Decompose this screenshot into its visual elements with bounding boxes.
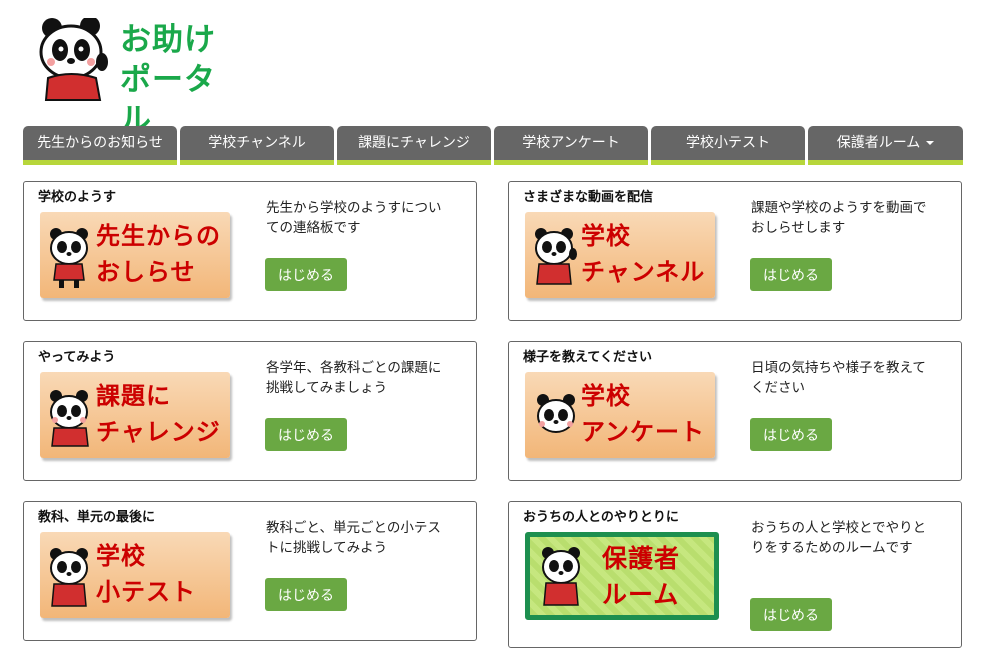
banner-line-1: 先生からの xyxy=(96,222,221,250)
start-button[interactable]: はじめる xyxy=(265,258,347,291)
banner-parent-room[interactable]: 保護者 ルーム xyxy=(525,532,719,620)
card-survey: 様子を教えてください 学校アンケート 日頃の気持ちや様子を教えてください はじめ… xyxy=(508,341,962,481)
card-title: 学校のようす xyxy=(38,190,117,205)
nav-tab-label: 学校アンケート xyxy=(522,135,620,151)
logo-text: お助け ポータル xyxy=(120,20,240,140)
panda-icon xyxy=(50,390,89,447)
start-button[interactable]: はじめる xyxy=(750,418,832,451)
banner-line-1: 課題に xyxy=(96,382,171,410)
banner-line-1: 学校 xyxy=(581,382,631,410)
nav-tab-label: 学校チャンネル xyxy=(208,135,306,151)
card-quiz: 教科、単元の最後に 学校 小テスト 教科ごと、単元ごとの小テストに挑戦してみよう … xyxy=(23,501,477,641)
main-nav: 先生からのお知らせ 学校チャンネル 課題にチャレンジ 学校アンケート 学校小テス… xyxy=(23,126,963,166)
card-challenge: やってみよう 課題にチャレンジ 各学年、各教科ごとの課題に挑戦してみましょう は… xyxy=(23,341,477,481)
nav-tab-label: 保護者ルーム xyxy=(836,135,921,151)
banner-quiz[interactable]: 学校 小テスト xyxy=(40,532,230,618)
card-parent-room: おうちの人とのやりとりに 保護者ルーム おうちの人と学校とでやりとりをするための… xyxy=(508,501,962,648)
panda-icon xyxy=(50,228,88,288)
nav-tab-label: 学校小テスト xyxy=(686,135,770,151)
card-title: 教科、単元の最後に xyxy=(38,510,156,525)
banner-text: 課題に チャレンジ xyxy=(96,378,226,450)
banner-line-2: ルーム xyxy=(602,580,680,609)
start-button[interactable]: はじめる xyxy=(750,598,832,631)
banner-line-2: おしらせ xyxy=(96,258,196,286)
banner-text: 学校 アンケート xyxy=(581,378,711,450)
card-title: 様子を教えてください xyxy=(523,350,652,365)
nav-tab-quiz[interactable]: 学校小テスト xyxy=(651,126,805,165)
card-description: おうちの人と学校とでやりとりをするためのルームです xyxy=(751,520,927,556)
nav-tab-survey[interactable]: 学校アンケート xyxy=(494,126,648,165)
card-title: さまざまな動画を配信 xyxy=(523,190,654,205)
banner-school-channel[interactable]: 学校 チャンネル xyxy=(525,212,715,298)
banner-line-1: 学校 xyxy=(96,542,146,570)
nav-tab-label: 課題にチャレンジ xyxy=(358,135,470,151)
caret-down-icon xyxy=(926,141,935,145)
banner-text: 先生からの おしらせ xyxy=(96,218,226,290)
panda-mascot-icon xyxy=(39,18,108,101)
card-school-channel: さまざまな動画を配信 学校 チャンネル 課題や学校のようすを動画でおしらせします … xyxy=(508,181,962,321)
logo-line-1: お助け xyxy=(120,22,216,58)
portal-logo[interactable]: お助け ポータル xyxy=(38,18,238,138)
banner-text: 保護者 ルーム xyxy=(602,541,732,613)
panda-icon xyxy=(50,548,88,607)
banner-line-2: 小テスト xyxy=(96,578,196,606)
card-description: 各学年、各教科ごとの課題に挑戦してみましょう xyxy=(266,360,442,396)
card-title: やってみよう xyxy=(38,350,116,365)
nav-tab-teacher-news[interactable]: 先生からのお知らせ xyxy=(23,126,177,165)
banner-survey[interactable]: 学校 アンケート xyxy=(525,372,715,458)
start-button[interactable]: はじめる xyxy=(265,418,347,451)
card-description: 先生から学校のようすについての連絡板です xyxy=(266,200,442,236)
panda-icon xyxy=(537,394,575,433)
banner-line-2: チャレンジ xyxy=(96,418,221,446)
banner-line-1: 学校 xyxy=(581,222,631,250)
banner-line-1: 保護者 xyxy=(602,544,681,573)
nav-tab-school-channel[interactable]: 学校チャンネル xyxy=(180,126,334,165)
banner-teacher-news[interactable]: 先生からの おしらせ xyxy=(40,212,230,298)
card-title: おうちの人とのやりとりに xyxy=(523,510,679,525)
banner-challenge[interactable]: 課題に チャレンジ xyxy=(40,372,230,458)
banner-line-2: アンケート xyxy=(581,418,706,446)
card-teacher-news: 学校のようす 先生からのおしらせ 先生から学校のようすについての連絡板です はじ… xyxy=(23,181,477,321)
card-description: 教科ごと、単元ごとの小テストに挑戦してみよう xyxy=(266,520,441,556)
banner-text: 学校 チャンネル xyxy=(581,218,711,290)
card-description: 課題や学校のようすを動画でおしらせします xyxy=(751,200,927,236)
nav-tab-challenge[interactable]: 課題にチャレンジ xyxy=(337,126,491,165)
banner-text: 学校 小テスト xyxy=(96,538,226,610)
panda-icon xyxy=(542,547,580,606)
start-button[interactable]: はじめる xyxy=(750,258,832,291)
banner-line-2: チャンネル xyxy=(581,258,706,286)
card-description: 日頃の気持ちや様子を教えてください xyxy=(751,360,926,396)
panda-icon xyxy=(535,228,577,285)
nav-tab-label: 先生からのお知らせ xyxy=(37,135,163,151)
nav-tab-parent-room-dropdown[interactable]: 保護者ルーム xyxy=(808,126,963,165)
start-button[interactable]: はじめる xyxy=(265,578,347,611)
